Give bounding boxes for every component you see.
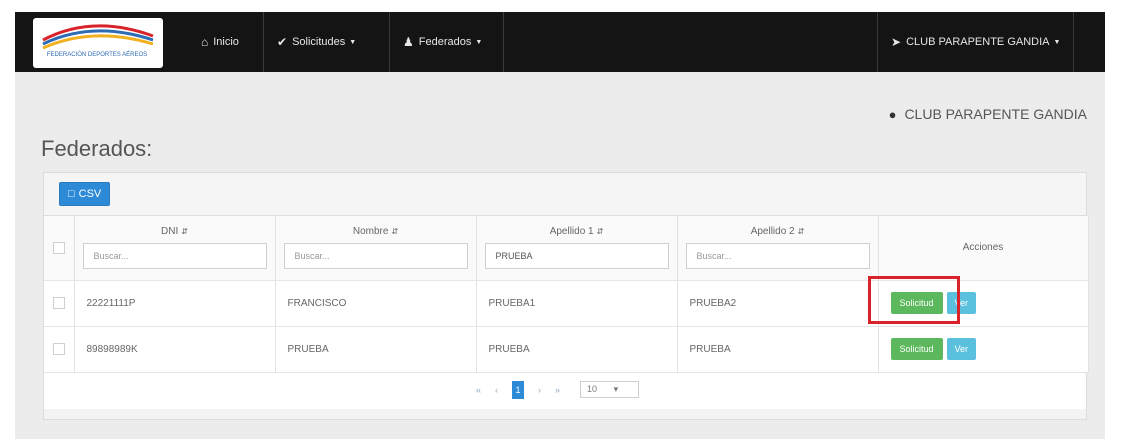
prev-page-button[interactable]: ‹ — [495, 385, 498, 395]
csv-button-label: CSV — [78, 188, 102, 200]
chevron-down-icon: ▾ — [613, 384, 619, 394]
nav-club-label: CLUB PARAPENTE GANDIA — [906, 36, 1050, 48]
nav-solicitudes-label: Solicitudes — [292, 36, 346, 48]
logo-text: FEDERACIÓN DEPORTES AÉREOS — [47, 51, 147, 58]
column-header-apellido2: Apellido 2 ⇵ Buscar... — [677, 216, 879, 281]
ver-button[interactable]: Ver — [946, 338, 977, 360]
dni-filter-input[interactable]: Buscar... — [82, 243, 267, 269]
page-size-select[interactable]: 10 ▾ — [580, 381, 640, 398]
user-icon: ● — [888, 106, 897, 122]
current-user: ● CLUB PARAPENTE GANDIA — [889, 106, 1087, 122]
select-all-checkbox[interactable] — [52, 241, 65, 254]
chevron-down-icon: ▼ — [475, 38, 483, 46]
page-1-button[interactable]: 1 — [512, 380, 525, 399]
cell-apellido1: PRUEBA1 — [476, 280, 678, 327]
next-page-button[interactable]: › — [538, 385, 541, 395]
row-check-cell — [44, 326, 75, 373]
csv-export-button[interactable]: □ CSV — [59, 182, 111, 206]
federation-logo[interactable]: FEDERACIÓN DEPORTES AÉREOS — [33, 18, 163, 68]
apellido1-filter-input[interactable]: PRUEBA — [484, 243, 669, 269]
cell-dni: 89898989K — [74, 326, 276, 373]
cell-nombre: FRANCISCO — [275, 280, 477, 327]
column-dni-label[interactable]: DNI ⇵ — [75, 226, 275, 237]
nav-divider — [877, 12, 878, 72]
row-check-cell — [44, 280, 75, 327]
column-header-acciones: Acciones — [878, 216, 1089, 281]
nombre-filter-input[interactable]: Buscar... — [283, 243, 468, 269]
page-title: Federados: — [41, 136, 153, 161]
users-icon: ♟ — [403, 35, 414, 49]
page-content: ● CLUB PARAPENTE GANDIA Federados: □ CSV — [15, 72, 1105, 439]
cell-apellido2: PRUEBA2 — [677, 280, 879, 327]
nav-solicitudes[interactable]: ✔ Solicitudes ▼ — [269, 12, 364, 72]
nav-inicio[interactable]: ⌂ Inicio — [193, 12, 247, 72]
column-header-apellido1: Apellido 1 ⇵ PRUEBA — [476, 216, 678, 281]
nav-divider — [1073, 12, 1074, 72]
column-header-nombre: Nombre ⇵ Buscar... — [275, 216, 477, 281]
select-all-cell — [44, 216, 75, 281]
highlight-box — [868, 276, 960, 324]
column-nombre-label[interactable]: Nombre ⇵ — [276, 226, 476, 237]
home-icon: ⌂ — [201, 35, 209, 49]
nav-divider — [503, 12, 504, 72]
nav-divider — [389, 12, 390, 72]
pagination: « ‹ 1 › » 10 ▾ — [476, 380, 653, 399]
file-icon: □ — [68, 188, 75, 200]
row-checkbox[interactable] — [52, 343, 65, 355]
send-icon: ➤ — [891, 35, 902, 49]
sort-icon: ⇵ — [391, 227, 399, 236]
table-toolbar: □ CSV — [44, 173, 1086, 216]
sort-icon: ⇵ — [797, 227, 805, 236]
nav-federados[interactable]: ♟ Federados ▼ — [395, 12, 490, 72]
logo-graphic: FEDERACIÓN DEPORTES AÉREOS — [42, 24, 154, 58]
nav-inicio-label: Inicio — [213, 36, 239, 48]
nav-federados-label: Federados — [418, 36, 472, 48]
apellido2-filter-input[interactable]: Buscar... — [685, 243, 870, 269]
column-header-dni: DNI ⇵ Buscar... — [74, 216, 276, 281]
first-page-button[interactable]: « — [476, 385, 481, 395]
sort-icon: ⇵ — [181, 227, 188, 236]
cell-dni: 22221111P — [74, 280, 276, 327]
check-circle-icon: ✔ — [277, 35, 288, 49]
solicitud-button[interactable]: Solicitud — [890, 338, 943, 360]
table-row: 89898989K PRUEBA PRUEBA PRUEBA Solicitud… — [44, 326, 1089, 373]
column-apellido2-label[interactable]: Apellido 2 ⇵ — [678, 226, 878, 237]
nav-club-menu[interactable]: ➤ CLUB PARAPENTE GANDIA ▼ — [883, 12, 1068, 72]
row-checkbox[interactable] — [52, 297, 65, 309]
nav-divider — [263, 12, 264, 72]
sort-icon: ⇵ — [596, 227, 604, 236]
cell-nombre: PRUEBA — [275, 326, 477, 373]
column-apellido1-label[interactable]: Apellido 1 ⇵ — [477, 226, 677, 237]
chevron-down-icon: ▼ — [349, 38, 357, 46]
pagination-bar: « ‹ 1 › » 10 ▾ — [44, 372, 1086, 409]
cell-acciones: Solicitud Ver — [878, 326, 1089, 373]
last-page-button[interactable]: » — [555, 385, 560, 395]
table-header-row: DNI ⇵ Buscar... Nombre ⇵ Buscar... Apellid… — [44, 216, 1089, 281]
cell-apellido1: PRUEBA — [476, 326, 678, 373]
chevron-down-icon: ▼ — [1053, 38, 1061, 46]
cell-apellido2: PRUEBA — [677, 326, 879, 373]
top-navbar: FEDERACIÓN DEPORTES AÉREOS ⌂ Inicio ✔ So… — [15, 12, 1105, 72]
current-user-name: CLUB PARAPENTE GANDIA — [904, 106, 1087, 122]
